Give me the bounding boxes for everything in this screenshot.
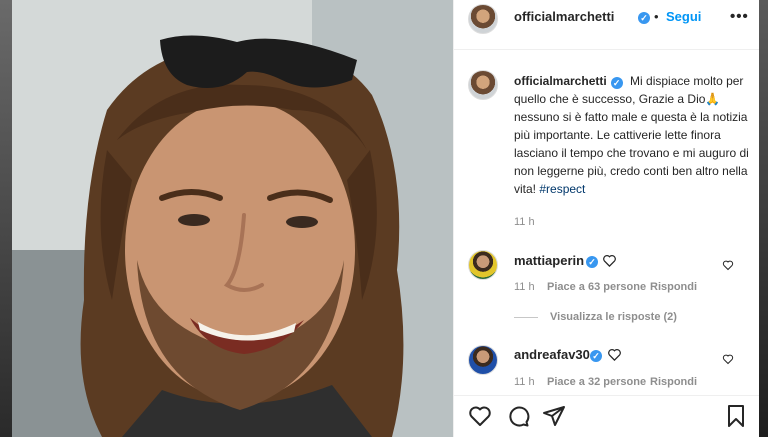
caption-hashtag[interactable]: #respect — [539, 182, 585, 196]
heart-icon[interactable] — [468, 404, 492, 428]
comment-heart-outline-icon — [603, 255, 616, 268]
reply-button[interactable]: Rispondi — [650, 376, 697, 388]
comment-icon[interactable] — [506, 404, 530, 428]
share-icon[interactable] — [542, 404, 566, 428]
post-header: officialmarchetti ✓ • Segui ••• — [454, 0, 760, 50]
separator-dot: • — [654, 9, 659, 24]
comment-time[interactable]: 11 h — [514, 376, 535, 388]
like-comment-icon[interactable] — [722, 259, 734, 271]
bookmark-icon[interactable] — [724, 404, 748, 428]
comment-time[interactable]: 11 h — [514, 281, 535, 293]
comment-verified-badge-icon: ✓ — [590, 350, 602, 362]
caption-time[interactable]: 11 h — [514, 216, 535, 228]
follow-button[interactable]: Segui — [666, 9, 701, 24]
verified-badge-icon: ✓ — [638, 12, 650, 24]
post-photo[interactable] — [12, 0, 453, 437]
background-right-edge — [759, 0, 768, 437]
instagram-post-modal: officialmarchetti ✓ • Segui ••• official… — [0, 0, 768, 437]
caption-verified-badge-icon: ✓ — [610, 77, 623, 89]
post-caption: officialmarchetti ✓ Mi dispiace molto per… — [514, 72, 752, 198]
caption-text: Mi dispiace molto per quello che è succe… — [514, 74, 749, 196]
comment-verified-badge-icon: ✓ — [586, 256, 598, 268]
comment-likes[interactable]: Piace a 63 persone — [547, 281, 646, 293]
reply-button[interactable]: Rispondi — [650, 281, 697, 293]
author-username[interactable]: officialmarchetti — [514, 9, 614, 24]
post-action-bar — [454, 395, 760, 437]
more-options-icon[interactable]: ••• — [730, 8, 749, 25]
author-avatar[interactable] — [468, 4, 498, 34]
caption-author-avatar[interactable] — [468, 70, 498, 100]
caption-username[interactable]: officialmarchetti — [514, 74, 607, 88]
selfie-illustration — [12, 0, 453, 437]
comment-avatar-andreafav30[interactable] — [468, 345, 498, 375]
post-side-panel: officialmarchetti ✓ • Segui ••• official… — [453, 0, 760, 437]
comment-likes[interactable]: Piace a 32 persone — [547, 376, 646, 388]
comment-heart-outline-icon — [608, 349, 621, 362]
view-replies-button[interactable]: Visualizza le risposte (2) — [550, 311, 677, 323]
like-comment-icon[interactable] — [722, 353, 734, 365]
comment-avatar-mattiaperin[interactable] — [468, 250, 498, 280]
replies-divider — [514, 317, 538, 318]
comment-username-andreafav30[interactable]: andreafav30 — [514, 347, 590, 362]
background-left-edge — [0, 0, 12, 437]
comment-username-mattiaperin[interactable]: mattiaperin — [514, 253, 584, 268]
